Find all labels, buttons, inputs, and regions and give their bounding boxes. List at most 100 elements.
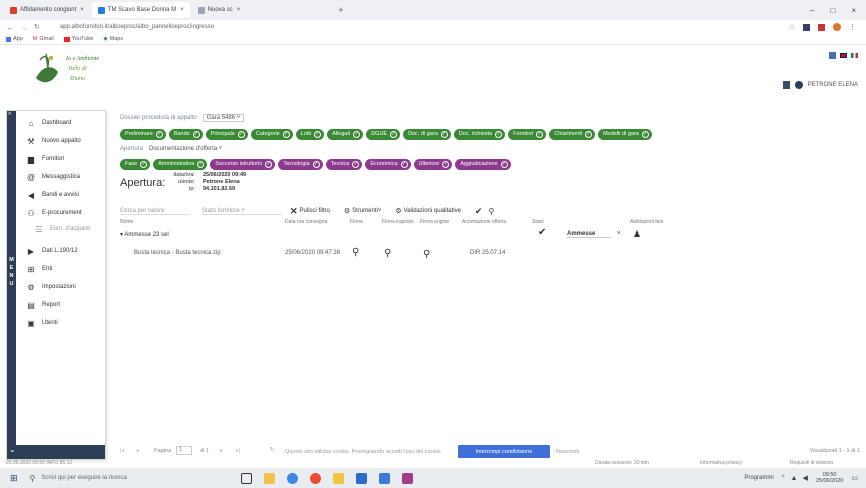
close-tab-icon[interactable]: ×	[180, 7, 184, 13]
grid-icon[interactable]	[829, 52, 836, 59]
network-icon[interactable]: ▲	[791, 475, 798, 482]
validations-button[interactable]: ⚙ Validazioni qualitative	[395, 207, 461, 215]
sidebar-item-dati[interactable]: ▶ Dati L.190/12	[16, 244, 106, 258]
sidebar-item-utenti[interactable]: ▣ Utenti	[16, 316, 106, 330]
forward-icon[interactable]: →	[20, 23, 28, 32]
task-view-icon[interactable]	[241, 472, 253, 484]
maximize-button[interactable]: □	[830, 6, 835, 15]
search-icon[interactable]: ⚲	[384, 248, 391, 259]
close-tab-icon[interactable]: ×	[80, 7, 84, 13]
notifications-icon[interactable]: ▭	[851, 474, 858, 482]
close-tab-icon[interactable]: ×	[237, 7, 241, 13]
sidebar-item-report[interactable]: ▤ Report	[16, 298, 106, 312]
column-nome[interactable]: Nome	[120, 219, 133, 225]
chrome-icon[interactable]	[287, 472, 299, 484]
browser-tab-2[interactable]: TM Scavo Base Donna M ×	[91, 2, 190, 18]
search-input[interactable]: Cerca per valore	[120, 208, 190, 215]
programs-label[interactable]: Programmi	[744, 475, 773, 481]
requirements-link[interactable]: Requisiti di sistema	[790, 460, 833, 466]
tools-button[interactable]: ⚙ Strumenti ˅	[344, 207, 381, 215]
step-pill[interactable]: Categorie ✓	[250, 128, 293, 140]
step-pill[interactable]: Bando ✓	[168, 128, 203, 140]
windows-start-icon[interactable]: ⊞	[10, 473, 18, 484]
substep-pill[interactable]: Soccorso istruttorio ✓	[210, 158, 276, 170]
status-select[interactable]: Stato fornitore ˅	[202, 208, 282, 215]
extension-icon[interactable]	[818, 23, 825, 31]
sidebar-subitem-elenchi[interactable]: ☰ Elen. d'acquisti	[16, 222, 106, 236]
reload-icon[interactable]: ↻	[34, 23, 40, 31]
user-menu[interactable]: PETRONE ELENA	[782, 81, 858, 89]
app-icon[interactable]	[402, 472, 414, 484]
column-firma-origine[interactable]: Firma origine	[420, 219, 449, 225]
browser-tab-1[interactable]: Affidamento congiunt ×	[4, 2, 90, 18]
next-page-icon[interactable]: ▸	[220, 448, 223, 454]
step-pill[interactable]: Chiarimenti ✓	[549, 128, 596, 140]
bookmark-youtube[interactable]: YouTube	[63, 36, 93, 42]
column-firma-esposto[interactable]: Firma esposto	[382, 219, 414, 225]
status-dropdown-icon[interactable]: ˅	[617, 231, 621, 237]
browser-tab-3[interactable]: Nuova sc ×	[192, 2, 247, 18]
explorer-icon[interactable]	[264, 472, 276, 484]
step-pill[interactable]: Preliminare ✓	[120, 128, 166, 140]
menu-dots-icon[interactable]: ⋮	[849, 23, 856, 31]
step-pill[interactable]: Lotti ✓	[295, 128, 325, 140]
bookmark-app[interactable]: App	[6, 36, 23, 42]
accept-cookie-button[interactable]: Interrompi condivisione	[458, 445, 550, 458]
clear-filter-button[interactable]: ✕ Pulisci filtro	[290, 206, 330, 217]
page-input[interactable]: 1	[176, 446, 192, 455]
chevron-up-icon[interactable]: ^	[8, 112, 11, 119]
substep-pill[interactable]: Tecnica ✓	[325, 158, 363, 170]
column-abilitazioni[interactable]: Abilitazioni fasi	[630, 219, 663, 225]
close-window-button[interactable]: ×	[851, 6, 856, 15]
group-row[interactable]: ▾ Ammesse 23 sel ✔ Ammesse ˅ ♟	[120, 227, 720, 240]
substep-pill[interactable]: Economica ✓	[365, 158, 411, 170]
gara-select[interactable]: Gara 5486 ˅	[202, 114, 245, 122]
user-group-icon[interactable]: ♟	[633, 229, 641, 240]
search-icon[interactable]: ⚲	[352, 247, 359, 258]
step-pill[interactable]: Doc. di gara ✓	[403, 128, 451, 140]
star-icon[interactable]: ☆	[789, 23, 795, 31]
column-stato[interactable]: Stato	[532, 219, 544, 225]
volume-icon[interactable]: ◀	[802, 474, 807, 482]
back-icon[interactable]: ←	[6, 23, 14, 32]
file-name[interactable]: Busta tecnica - Busta tecnica.zip	[134, 250, 221, 256]
tray-chevron-icon[interactable]: ^	[782, 475, 785, 481]
privacy-link[interactable]: Informativa privacy	[700, 460, 742, 466]
minimize-button[interactable]: –	[810, 6, 814, 15]
substep-pill[interactable]: Aggiudicazione ✓	[455, 158, 511, 170]
extension-icon[interactable]	[803, 23, 810, 31]
prev-page-icon[interactable]: ◂	[136, 448, 139, 454]
substep-pill[interactable]: Ulteriore ✓	[413, 158, 453, 170]
flag-uk-icon[interactable]	[840, 53, 847, 58]
refresh-icon[interactable]: ↻	[270, 447, 275, 453]
substep-pill[interactable]: Amministrativa ✓	[153, 158, 208, 170]
taskbar-search-input[interactable]: Scrivi qui per eseguire la ricerca	[41, 475, 211, 481]
step-pill[interactable]: Allegati ✓	[327, 128, 364, 140]
documentazione-select[interactable]: Documentazione d'offerta ˅	[149, 146, 222, 152]
table-row[interactable]: Busta tecnica - Busta tecnica.zip 25/06/…	[120, 247, 720, 260]
substep-pill[interactable]: Tecnologia ✓	[278, 158, 323, 170]
sidebar-item-messaggistica[interactable]: @ Messaggistica	[16, 170, 106, 184]
column-accettazione[interactable]: Accettazione offerta	[462, 219, 506, 225]
substep-pill[interactable]: Fase ✓	[120, 158, 151, 170]
sidebar-item-dashboard[interactable]: ⌂ Dashboard	[16, 116, 106, 130]
hide-cookie-link[interactable]: Nascondi	[556, 449, 579, 455]
store-icon[interactable]	[356, 472, 368, 484]
first-page-icon[interactable]: |◂	[120, 448, 124, 454]
last-page-icon[interactable]: ▸|	[236, 448, 240, 454]
sidebar-item-e-procurement[interactable]: ⚇ E-procurement	[16, 206, 106, 220]
sidebar-item-fornitori[interactable]: ▆ Fornitori	[16, 152, 106, 166]
sidebar-item-nuovo-appalto[interactable]: ⚒ Nuovo appalto	[16, 134, 106, 148]
bookmark-maps[interactable]: ◆ Maps	[103, 36, 123, 42]
mail-icon[interactable]	[379, 472, 391, 484]
sidebar-item-impostazioni[interactable]: ⚙ Impostazioni	[16, 280, 106, 294]
step-pill[interactable]: Doc. richiesta ✓	[453, 128, 506, 140]
calculator-icon[interactable]	[782, 81, 790, 89]
sidebar-item-enti[interactable]: ⊞ Enti	[16, 262, 106, 276]
profile-icon[interactable]	[833, 23, 841, 31]
step-pill[interactable]: Principale ✓	[205, 128, 248, 140]
folder-icon[interactable]	[333, 472, 345, 484]
url-input[interactable]: app.albofornitori.it/alboeproc/albo_pann…	[60, 24, 214, 30]
column-data[interactable]: Data ora consegna	[285, 219, 327, 225]
chrome-icon[interactable]	[310, 472, 322, 484]
